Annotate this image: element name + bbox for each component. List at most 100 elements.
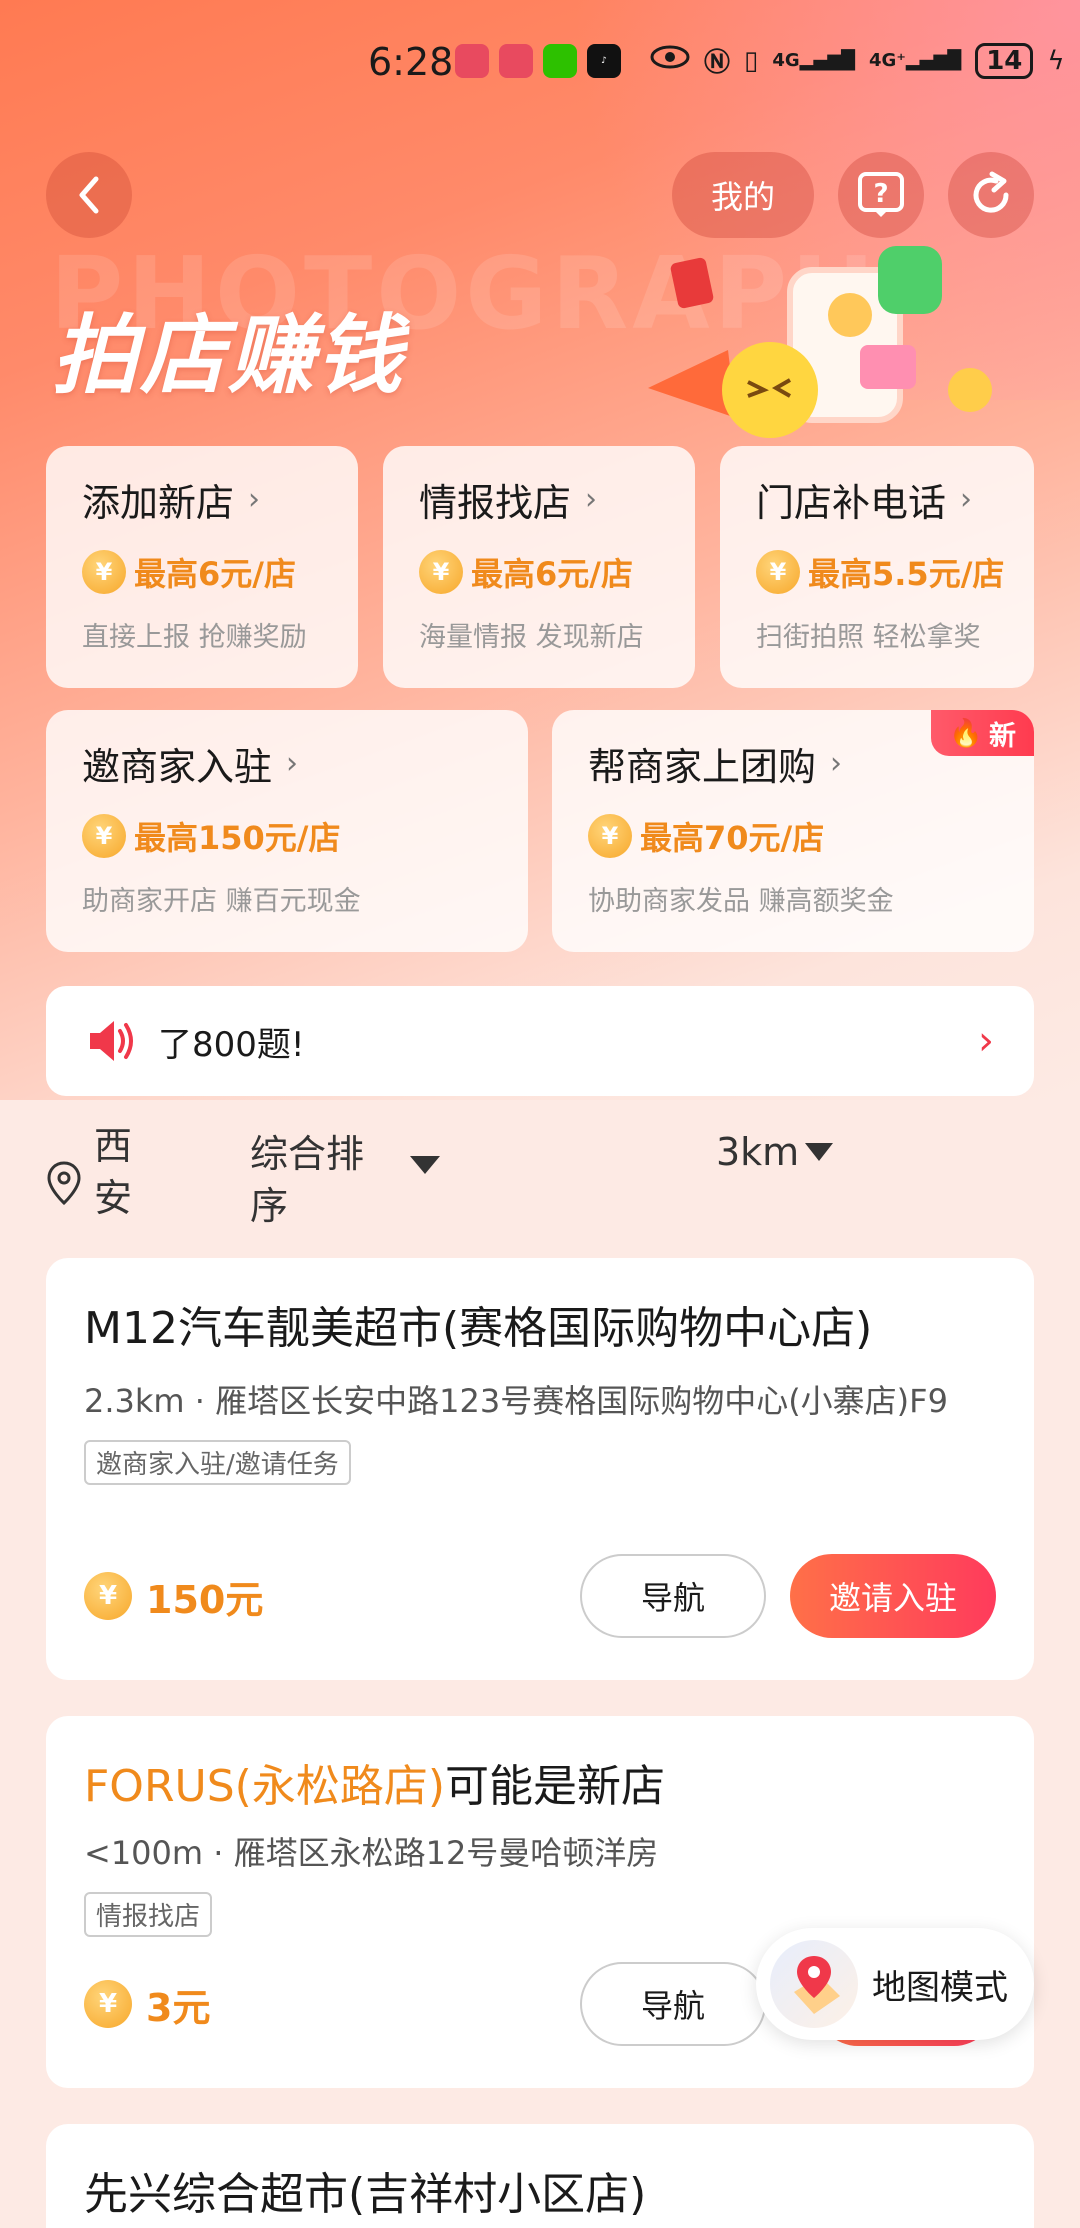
- location-pin-icon: [47, 1161, 81, 1206]
- network-1-label: 4G: [772, 50, 800, 71]
- navigate-button[interactable]: 导航: [580, 1554, 766, 1638]
- distance-filter[interactable]: 3km: [716, 1130, 834, 1174]
- store-name-highlight: FORUS(永松路店): [84, 1761, 445, 1812]
- task-reward-label: 最高6元/店: [471, 555, 633, 593]
- new-badge-label: 新: [989, 720, 1016, 752]
- refresh-icon: [973, 171, 1009, 213]
- signal-2-icon: 4G⁺▂▄▆█: [869, 50, 962, 71]
- task-title: 添加新店 ›: [82, 472, 322, 527]
- help-icon: ?: [858, 172, 904, 217]
- location-label: 西安: [94, 1124, 133, 1220]
- task-title-label: 门店补电话: [756, 481, 947, 525]
- chevron-right-icon: ›: [830, 746, 843, 781]
- store-address-text: 雁塔区长安中路123号赛格国际购物中心(小寨店)F9: [215, 1382, 948, 1420]
- hero-illustration: [640, 240, 1000, 460]
- store-reward: ¥3元: [84, 1977, 210, 2032]
- store-tag: 邀商家入驻/邀请任务: [84, 1440, 351, 1485]
- chevron-right-icon: ›: [585, 482, 598, 517]
- store-tag: 情报找店: [84, 1892, 213, 1937]
- task-reward-label: 最高5.5元/店: [808, 555, 1005, 593]
- task-description: 海量情报 发现新店: [419, 622, 644, 653]
- refresh-button[interactable]: [948, 152, 1034, 238]
- store-address: <100m · 雁塔区永松路12号曼哈顿洋房: [84, 1834, 659, 1872]
- chevron-right-icon: ›: [978, 1018, 994, 1064]
- hero-title: 拍店赚钱: [52, 306, 404, 406]
- new-badge: 🔥 新: [931, 710, 1034, 756]
- task-reward-label: 最高150元/店: [134, 819, 341, 857]
- status-time: 6:28: [368, 40, 454, 84]
- task-reward: ¥ 最高6元/店: [82, 549, 322, 595]
- coin-icon: ¥: [756, 550, 800, 594]
- task-card-group-buy[interactable]: 🔥 新 帮商家上团购 › ¥ 最高70元/店 协助商家发品 赚高额奖金: [552, 710, 1034, 952]
- task-card-add-phone[interactable]: 门店补电话 › ¥ 最高5.5元/店 扫街拍照 轻松拿奖: [720, 446, 1034, 688]
- store-card[interactable]: 先兴综合超市(吉祥村小区店): [46, 2124, 1034, 2228]
- task-title-label: 帮商家上团购: [588, 745, 817, 789]
- notice-banner[interactable]: 了800题! ›: [46, 986, 1034, 1096]
- task-reward: ¥ 最高6元/店: [419, 549, 659, 595]
- filter-bar: 西安 综合排序 3km: [46, 1120, 1034, 1230]
- store-distance: 2.3km: [84, 1382, 185, 1420]
- map-mode-label: 地图模式: [872, 1967, 1008, 2008]
- task-reward: ¥ 最高150元/店: [82, 813, 492, 859]
- wechat-icon: [543, 44, 577, 78]
- task-title: 门店补电话 ›: [756, 472, 998, 527]
- store-name-suffix: 可能是新店: [444, 1761, 665, 1812]
- eye-icon: [650, 44, 690, 77]
- network-2-label: 4G⁺: [869, 50, 906, 71]
- battery-indicator: 14: [975, 42, 1034, 79]
- chevron-left-icon: [79, 176, 99, 214]
- coin-icon: ¥: [84, 1572, 132, 1620]
- task-reward: ¥ 最高70元/店: [588, 813, 998, 859]
- chevron-right-icon: ›: [960, 482, 973, 517]
- distance-label: 3km: [716, 1130, 800, 1174]
- task-description: 助商家开店 赚百元现金: [82, 886, 361, 917]
- notification-icons: ♪: [455, 44, 621, 78]
- task-title: 情报找店 ›: [419, 472, 659, 527]
- task-description: 扫街拍照 轻松拿奖: [756, 622, 981, 653]
- map-mode-button[interactable]: 地图模式: [756, 1928, 1034, 2040]
- back-button[interactable]: [46, 152, 132, 238]
- coin-icon: ¥: [82, 550, 126, 594]
- flame-icon: 🔥: [949, 718, 983, 749]
- status-bar: 6:28 ♪ Ⓝ ▯ 4G▂▄▆█ 4G⁺▂▄▆█ 14 ϟ: [0, 0, 1080, 130]
- nfc-icon: Ⓝ: [704, 48, 731, 78]
- store-name: FORUS(永松路店)可能是新店: [84, 1750, 996, 1814]
- task-card-intel-find[interactable]: 情报找店 › ¥ 最高6元/店 海量情报 发现新店: [383, 446, 695, 688]
- task-description: 直接上报 抢赚奖励: [82, 622, 307, 653]
- mine-button[interactable]: 我的: [672, 152, 814, 238]
- store-address-text: 雁塔区永松路12号曼哈顿洋房: [233, 1834, 659, 1872]
- task-title: 邀商家入驻 ›: [82, 736, 492, 791]
- store-reward: ¥150元: [84, 1569, 263, 1624]
- svg-text:?: ?: [873, 179, 888, 209]
- caret-down-icon: [410, 1156, 440, 1174]
- status-indicators: Ⓝ ▯ 4G▂▄▆█ 4G⁺▂▄▆█ 14 ϟ: [650, 42, 1065, 79]
- signal-1-icon: 4G▂▄▆█: [772, 50, 856, 71]
- invite-button[interactable]: 邀请入驻: [790, 1554, 996, 1638]
- store-reward-label: 150元: [146, 1577, 264, 1622]
- task-reward-label: 最高70元/店: [640, 819, 825, 857]
- task-title-label: 邀商家入驻: [82, 745, 273, 789]
- notice-text: 了800题!: [158, 1024, 305, 1065]
- help-button[interactable]: ?: [838, 152, 924, 238]
- store-actions: ¥150元 导航 邀请入驻: [84, 1554, 996, 1638]
- store-address: 2.3km · 雁塔区长安中路123号赛格国际购物中心(小寨店)F9: [84, 1382, 948, 1420]
- location-filter[interactable]: 西安: [46, 1120, 144, 1224]
- chevron-right-icon: ›: [248, 482, 261, 517]
- sort-filter[interactable]: 综合排序: [250, 1128, 380, 1232]
- store-name: M12汽车靓美超市(赛格国际购物中心店): [84, 1303, 873, 1354]
- store-distance: <100m: [84, 1834, 204, 1872]
- coin-icon: ¥: [588, 814, 632, 858]
- coin-icon: ¥: [419, 550, 463, 594]
- store-name: 先兴综合超市(吉祥村小区店): [84, 2169, 647, 2220]
- task-description: 协助商家发品 赚高额奖金: [588, 886, 894, 917]
- charging-icon: ϟ: [1047, 45, 1065, 76]
- coin-icon: ¥: [84, 1980, 132, 2028]
- vibrate-icon: ▯: [744, 45, 759, 76]
- map-pin-icon: [770, 1940, 858, 2028]
- task-card-add-store[interactable]: 添加新店 › ¥ 最高6元/店 直接上报 抢赚奖励: [46, 446, 358, 688]
- task-card-invite-merchant[interactable]: 邀商家入驻 › ¥ 最高150元/店 助商家开店 赚百元现金: [46, 710, 528, 952]
- store-card[interactable]: M12汽车靓美超市(赛格国际购物中心店) 2.3km · 雁塔区长安中路123号…: [46, 1258, 1034, 1680]
- caret-down-icon: [805, 1143, 834, 1161]
- navigate-button[interactable]: 导航: [580, 1962, 766, 2046]
- coin-icon: ¥: [82, 814, 126, 858]
